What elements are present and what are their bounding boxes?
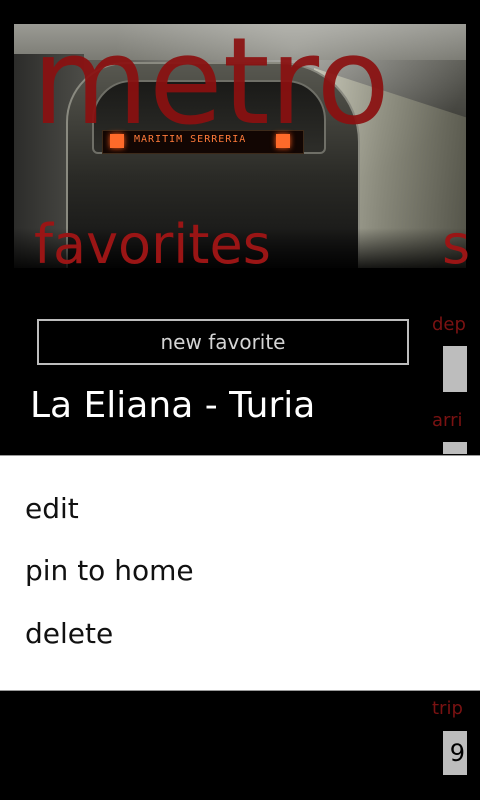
new-favorite-button[interactable]: new favorite bbox=[37, 319, 409, 365]
app-screen: MARITIM SERRERIA metro favorites s new f… bbox=[0, 0, 480, 800]
section-header-favorites[interactable]: favorites bbox=[34, 208, 271, 282]
app-title: metro bbox=[32, 13, 390, 152]
menu-item-delete[interactable]: delete bbox=[25, 614, 113, 654]
arrival-label: arri bbox=[432, 410, 463, 431]
trip-field[interactable]: 9 bbox=[443, 731, 467, 775]
menu-item-pin-to-home[interactable]: pin to home bbox=[25, 551, 194, 591]
context-menu: edit pin to home delete bbox=[0, 455, 480, 691]
arrival-field[interactable] bbox=[443, 442, 467, 454]
departure-label: dep bbox=[432, 314, 466, 335]
menu-item-edit[interactable]: edit bbox=[25, 489, 79, 529]
departure-field[interactable] bbox=[443, 346, 467, 392]
section-header-next-peek[interactable]: s bbox=[442, 208, 470, 282]
trip-label: trip bbox=[432, 698, 463, 719]
favorite-item[interactable]: La Eliana - Turia bbox=[30, 380, 315, 432]
